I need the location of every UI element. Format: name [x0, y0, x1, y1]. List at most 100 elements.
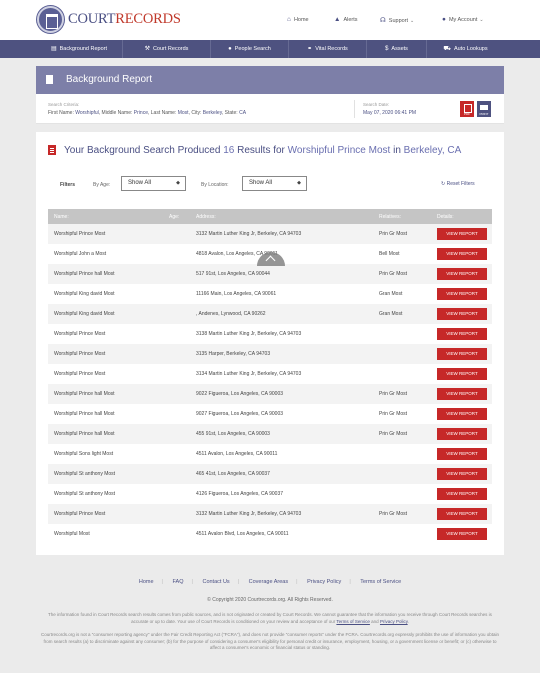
column-age: Age:: [169, 214, 180, 220]
caret-icon: ◆: [297, 180, 301, 186]
results-table-body: Worshipful Prince Most 3132 Martin Luther…: [48, 224, 492, 544]
disclaimer-privacy-link[interactable]: Privacy Policy: [380, 619, 408, 624]
footer-link-faq[interactable]: FAQ: [172, 579, 183, 585]
nav-my-account[interactable]: ● My Account ⌄: [442, 16, 484, 23]
view-report-button[interactable]: VIEW REPORT: [437, 228, 487, 240]
view-report-button[interactable]: VIEW REPORT: [437, 408, 487, 420]
main-nav-label: Background Report: [59, 46, 108, 52]
disclaimer-1: The information found in Court Records s…: [48, 612, 492, 624]
row-name: Worshipful King david Most: [54, 311, 115, 317]
disclaimer-2: Courtrecords.org is not a "consumer repo…: [40, 632, 500, 651]
pdf-button[interactable]: PDF: [460, 101, 474, 117]
separator: |: [161, 579, 163, 585]
refresh-icon: ↻: [441, 181, 446, 187]
print-button[interactable]: PRINT: [477, 101, 491, 117]
location-filter-select[interactable]: Show All ◆: [242, 176, 307, 191]
last-name-label: Last Name:: [150, 110, 177, 116]
document-icon: ▤: [50, 46, 57, 52]
view-report-button[interactable]: VIEW REPORT: [437, 388, 487, 400]
view-report-button[interactable]: VIEW REPORT: [437, 508, 487, 520]
view-report-button[interactable]: VIEW REPORT: [437, 288, 487, 300]
row-name: Worshipful St anthony Most: [54, 491, 116, 497]
report-title: Background Report: [66, 74, 153, 85]
row-address: , Andenes, Lynwood, CA 90262: [196, 311, 266, 317]
disclaimer-and: and: [371, 618, 379, 624]
view-report-button[interactable]: VIEW REPORT: [437, 328, 487, 340]
nav-support[interactable]: ☊ Support ⌄: [380, 16, 414, 24]
row-name: Worshipful Prince Most: [54, 231, 106, 237]
main-nav-background-report[interactable]: ▤ Background Report: [36, 40, 123, 58]
table-row: Worshipful Prince hall Most 9022 Figueroa…: [48, 384, 492, 404]
reset-filters-button[interactable]: ↻ Reset Filters: [441, 181, 475, 187]
view-report-button[interactable]: VIEW REPORT: [437, 348, 487, 360]
search-date-label: Search Date:: [363, 102, 390, 107]
row-name: Worshipful Prince hall Most: [54, 431, 115, 437]
criteria-values: First Name: Worshipful, Middle Name: Pri…: [48, 110, 247, 116]
footer-link-privacy[interactable]: Privacy Policy: [307, 579, 341, 585]
footer-link-home[interactable]: Home: [139, 579, 154, 585]
row-name: Worshipful Prince hall Most: [54, 391, 115, 397]
row-name: Worshipful Prince Most: [54, 371, 106, 377]
main-nav-people-search[interactable]: ● People Search: [211, 40, 289, 58]
view-report-button[interactable]: VIEW REPORT: [437, 248, 487, 260]
view-report-button[interactable]: VIEW REPORT: [437, 368, 487, 380]
table-row: Worshipful Most 4511 Avalon Blvd, Los Ang…: [48, 524, 492, 544]
site-logo[interactable]: COURTRECORDS: [68, 11, 181, 28]
view-report-button[interactable]: VIEW REPORT: [437, 428, 487, 440]
row-address: 4511 Avalon, Los Angeles, CA 90011: [196, 451, 278, 457]
caret-icon: ◆: [176, 180, 180, 186]
print-label: PRINT: [479, 112, 489, 116]
footer-link-coverage[interactable]: Coverage Areas: [249, 579, 288, 585]
row-name: Worshipful St anthony Most: [54, 471, 116, 477]
age-filter-select[interactable]: Show All ◆: [121, 176, 186, 191]
nav-home[interactable]: ⌂ Home: [287, 16, 309, 23]
main-nav-court-records[interactable]: ⚒ Court Records: [123, 40, 211, 58]
report-list-icon: [48, 145, 56, 155]
main-nav-auto-lookups[interactable]: ⛟ Auto Lookups: [427, 40, 504, 58]
footer-link-terms[interactable]: Terms of Service: [360, 579, 401, 585]
table-row: Worshipful Prince hall Most 517 91st, Los…: [48, 264, 492, 284]
view-report-button[interactable]: VIEW REPORT: [437, 488, 487, 500]
row-address: 3138 Martin Luther King Jr, Berkeley, CA…: [196, 331, 302, 337]
row-name: Worshipful Prince Most: [54, 511, 106, 517]
table-row: Worshipful Prince hall Most 9027 Figueroa…: [48, 404, 492, 424]
report-banner: Background Report: [36, 66, 504, 94]
view-report-button[interactable]: VIEW REPORT: [437, 468, 487, 480]
results-title-prefix: Your Background Search Produced: [64, 145, 221, 156]
nav-home-label: Home: [293, 17, 309, 23]
search-criteria-panel: Search Criteria: First Name: Worshipful,…: [36, 94, 504, 124]
main-nav-assets[interactable]: $ Assets: [367, 40, 427, 58]
table-row: Worshipful Prince Most 3132 Martin Luther…: [48, 224, 492, 244]
user-icon: ●: [442, 16, 446, 23]
main-nav-vital-records[interactable]: ⚭ Vital Records: [289, 40, 367, 58]
view-report-button[interactable]: VIEW REPORT: [437, 308, 487, 320]
footer-link-contact[interactable]: Contact Us: [202, 579, 229, 585]
table-row: Worshipful Prince Most 3138 Martin Luther…: [48, 324, 492, 344]
row-relatives: Bell Most: [379, 251, 400, 257]
main-nav-label: Auto Lookups: [453, 46, 488, 52]
main-nav-label: People Search: [234, 46, 271, 52]
row-relatives: Prin Gr Most: [379, 511, 408, 517]
nav-alerts[interactable]: ▲ Alerts: [334, 16, 358, 23]
document-icon: [46, 75, 53, 84]
view-report-button[interactable]: VIEW REPORT: [437, 268, 487, 280]
disclaimer-terms-link[interactable]: Terms of Service: [336, 619, 370, 624]
table-row: Worshipful King david Most 11166 Main, Lo…: [48, 284, 492, 304]
view-report-button[interactable]: VIEW REPORT: [437, 448, 487, 460]
row-address: 11166 Main, Los Angeles, CA 90061: [196, 291, 277, 297]
middle-name-value: Prince: [133, 110, 148, 116]
row-address: 9022 Figueroa, Los Angeles, CA 90003: [196, 391, 284, 397]
row-address: 4511 Avalon Blvd, Los Angeles, CA 90011: [196, 531, 289, 537]
results-title-mid: Results for: [237, 145, 285, 156]
first-name-label: First Name:: [48, 110, 74, 116]
chevron-down-icon: ⌄: [479, 17, 484, 23]
main-nav-label: Court Records: [152, 46, 189, 52]
view-report-button[interactable]: VIEW REPORT: [437, 528, 487, 540]
nav-account-label: My Account: [448, 17, 478, 23]
row-address: 3134 Martin Luther King Jr, Berkeley, CA…: [196, 371, 302, 377]
separator: |: [349, 579, 351, 585]
results-title-in: in: [393, 145, 401, 156]
state-value: CA: [239, 110, 247, 116]
row-address: 465 41st, Los Angeles, CA 90037: [196, 471, 270, 477]
logo-seal-icon[interactable]: [37, 6, 64, 33]
